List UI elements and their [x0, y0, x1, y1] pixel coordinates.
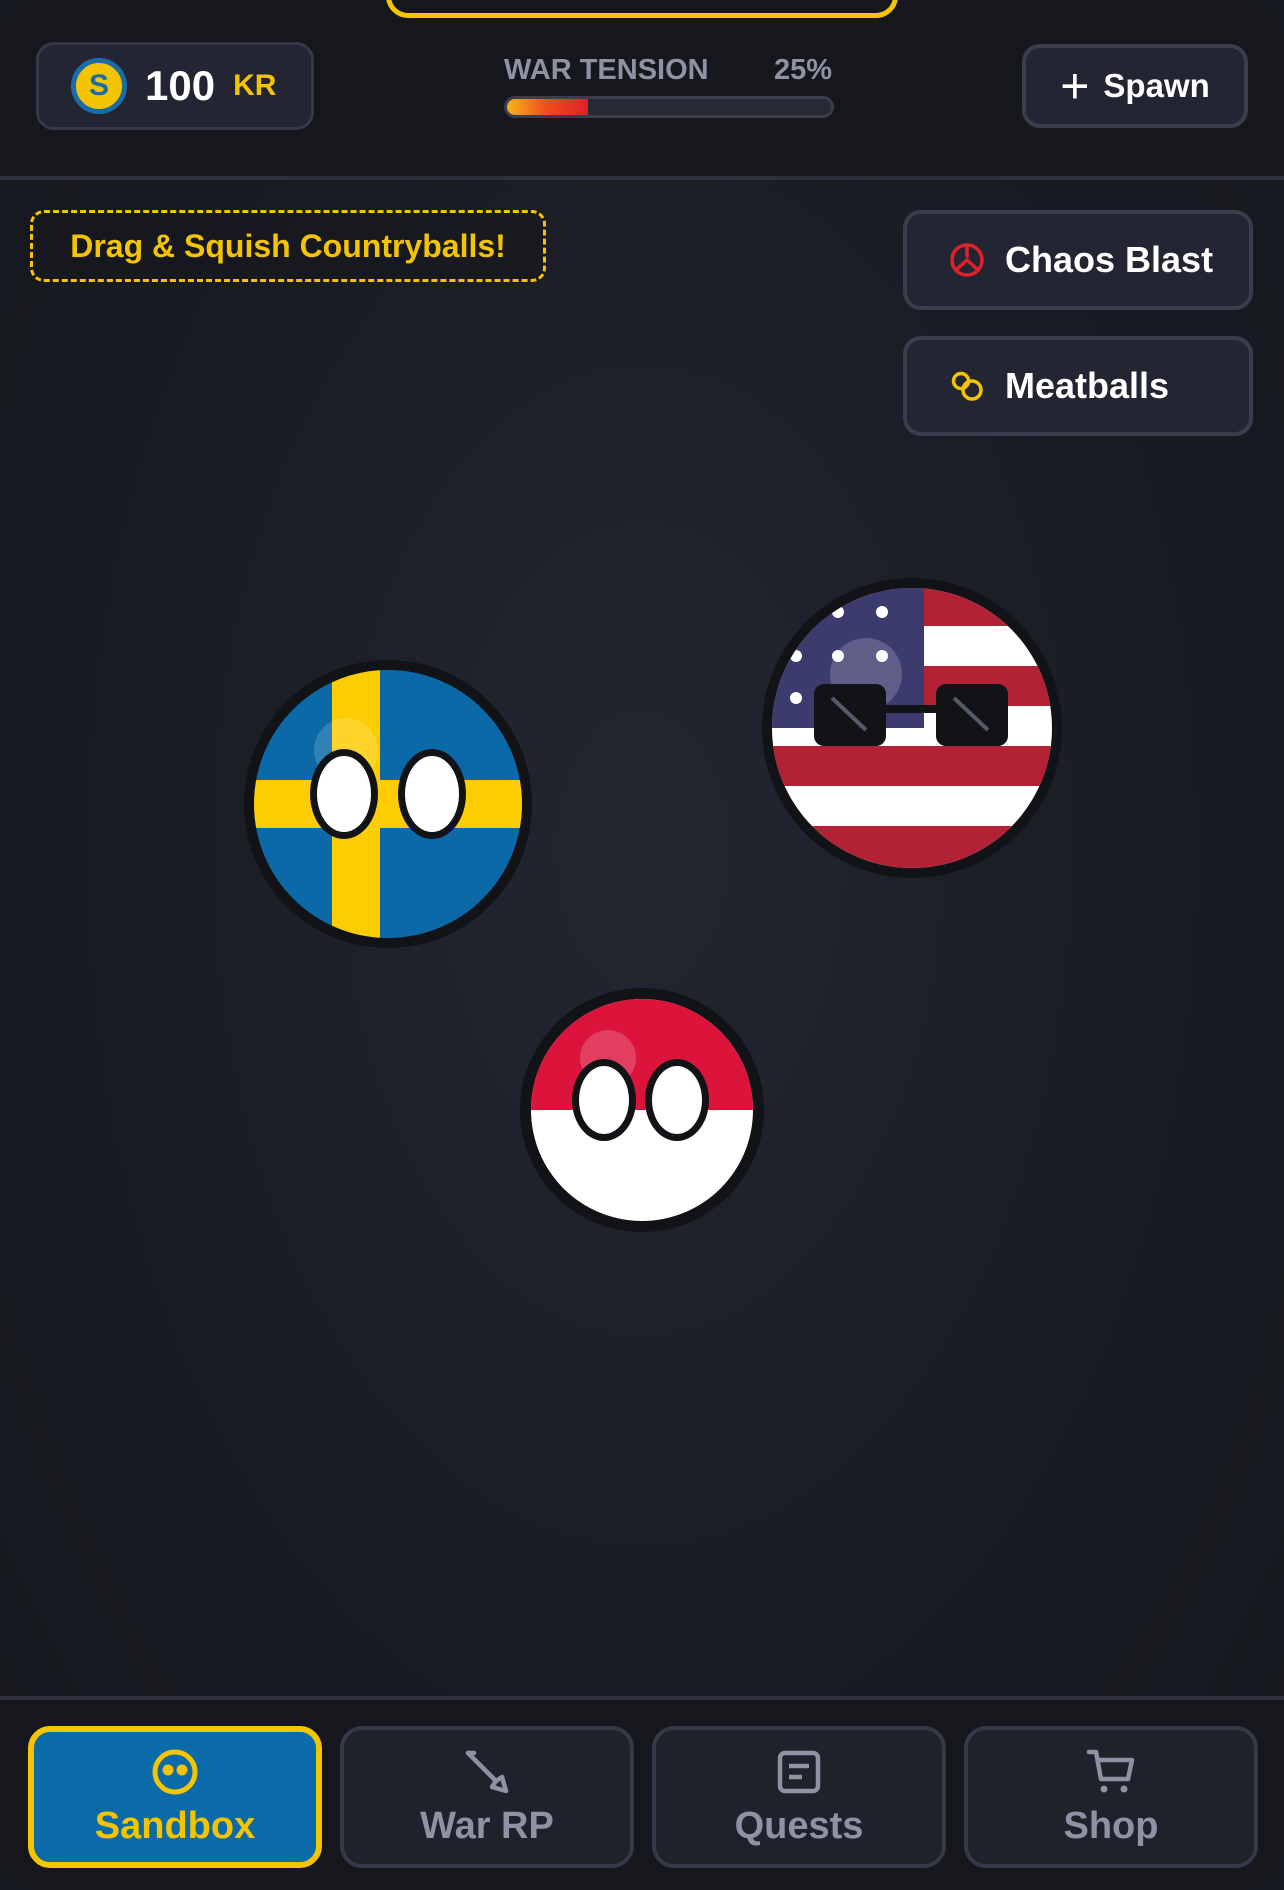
spawn-button[interactable]: + Spawn [1022, 44, 1248, 128]
top-notch [386, 0, 898, 18]
quests-icon [777, 1750, 821, 1793]
countryball-sweden[interactable] [244, 660, 532, 953]
meatballs-button[interactable]: Meatballs [903, 336, 1253, 436]
plus-icon: + [1060, 58, 1090, 114]
app-frame: S 100 KR WAR TENSION 25% + Spawn Drag & … [0, 0, 1284, 1890]
spawn-label: Spawn [1103, 67, 1210, 104]
war-tension-label: WAR TENSION [504, 54, 709, 86]
tab-shop-label: Shop [1063, 1804, 1159, 1847]
hint-banner: Drag & Squish Countryballs! [30, 210, 546, 282]
countryball-usa[interactable] [762, 578, 1062, 883]
tab-sandbox[interactable]: Sandbox [28, 1726, 322, 1868]
currency-display: S 100 KR [36, 42, 314, 130]
war-tension-percent: 25% [774, 54, 833, 86]
tab-war-rp[interactable]: War RP [340, 1726, 634, 1868]
war-tension-bar [504, 96, 834, 118]
chaos-blast-button[interactable]: Chaos Blast [903, 210, 1253, 310]
meatballs-icon [947, 366, 987, 406]
cart-icon [1086, 1749, 1135, 1792]
chaos-blast-label: Chaos Blast [1005, 239, 1214, 280]
countryball-indonesia[interactable] [520, 988, 764, 1237]
meatballs-label: Meatballs [1005, 365, 1170, 406]
tab-quests-label: Quests [734, 1804, 864, 1847]
hint-text: Drag & Squish Countryballs! [70, 227, 506, 264]
top-bar: S 100 KR WAR TENSION 25% + Spawn [0, 0, 1284, 180]
currency-unit: KR [233, 69, 277, 102]
coin-icon: S [71, 58, 127, 114]
currency-amount: 100 [145, 62, 216, 109]
tab-shop[interactable]: Shop [964, 1726, 1258, 1868]
sandbox-icon [152, 1749, 198, 1794]
tab-war-rp-label: War RP [420, 1804, 554, 1847]
sword-icon [465, 1750, 509, 1793]
tab-sandbox-label: Sandbox [94, 1804, 256, 1847]
chaos-icon [947, 240, 987, 280]
war-tension-fill [507, 99, 588, 115]
tab-quests[interactable]: Quests [652, 1726, 946, 1868]
